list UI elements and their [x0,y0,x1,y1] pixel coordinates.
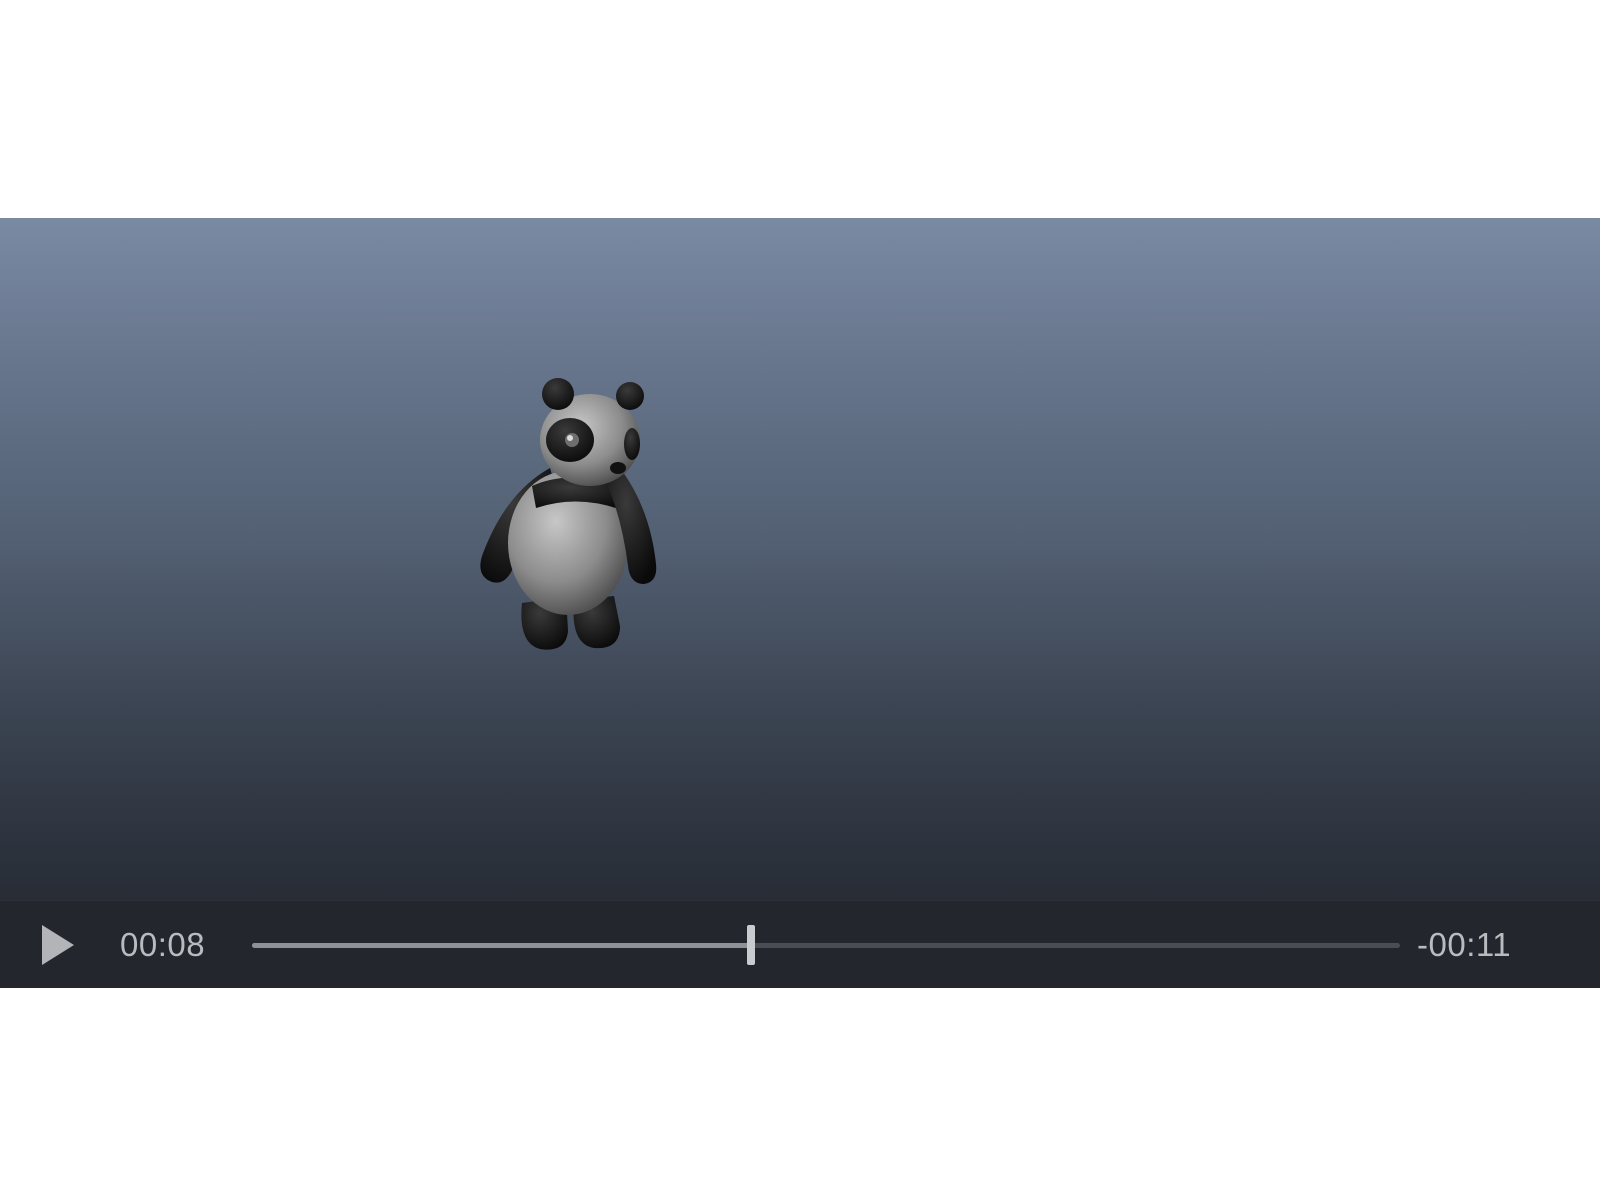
panda-character [480,378,657,650]
elapsed-time: 00:08 [120,926,206,963]
video-player[interactable]: 00:08 -00:11 [0,218,1600,988]
playhead-handle[interactable] [747,925,756,965]
play-icon [42,925,74,965]
playback-controls: 00:08 -00:11 [0,900,1600,988]
video-viewport[interactable] [0,218,1600,900]
play-button[interactable] [32,919,84,971]
remaining-time: -00:11 [1417,926,1512,963]
progress-scrubber[interactable] [252,925,1400,965]
progress-fill [252,943,752,948]
